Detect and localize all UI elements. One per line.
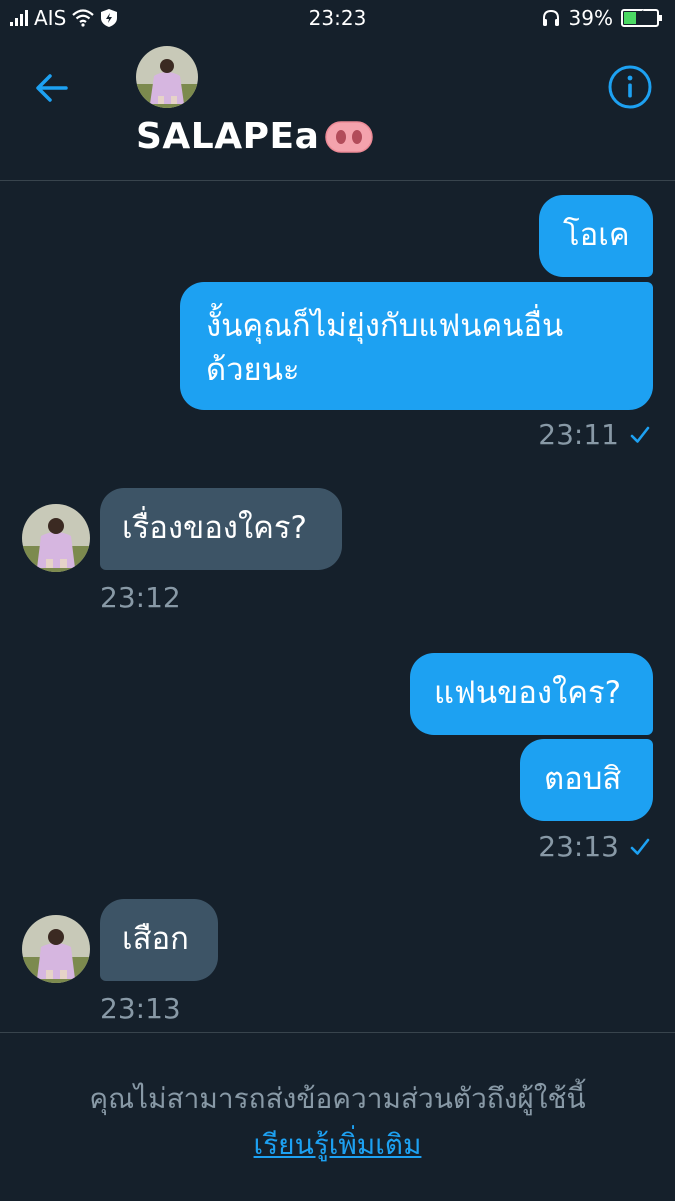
contact-name[interactable]: SALAPEa — [136, 116, 374, 157]
back-button[interactable] — [30, 66, 74, 110]
sent-message-2[interactable]: งั้นคุณก็ไม่ยุ่งกับแฟนคนอื่น ด้วยนะ — [180, 282, 653, 410]
status-bar: AIS 23:23 39% ⚡ — [0, 0, 675, 36]
dm-restricted-note: คุณไม่สามารถส่งข้อความส่วนตัวถึงผู้ใช้นี… — [89, 1082, 586, 1115]
check-icon — [630, 426, 650, 443]
sent-message-4[interactable]: ตอบสิ — [520, 739, 653, 821]
dm-restricted-footer: คุณไม่สามารถส่งข้อความส่วนตัวถึงผู้ใช้นี… — [0, 1032, 675, 1201]
message-text: เรื่องของใคร? — [122, 510, 307, 546]
message-text: เสือก — [122, 921, 189, 957]
received-message-2[interactable]: เสือก — [100, 899, 218, 981]
charging-icon: ⚡ — [635, 8, 645, 24]
status-right: 39% ⚡ — [541, 6, 662, 30]
message-text-line-1: งั้นคุณก็ไม่ยุ่งกับแฟนคนอื่น — [206, 308, 564, 344]
timestamp-text: 23:13 — [100, 992, 181, 1025]
message-timestamp: 23:13 — [538, 830, 651, 863]
conversation-header: SALAPEa — [0, 36, 675, 181]
header-avatar[interactable] — [136, 46, 198, 108]
pig-nose-icon — [325, 120, 374, 153]
message-timestamp: 23:12 — [100, 581, 181, 614]
sent-message-3[interactable]: แฟนของใคร? — [410, 653, 653, 735]
battery-icon: ⚡ — [621, 8, 662, 27]
check-icon — [630, 838, 650, 855]
sent-message-1[interactable]: โอเค — [539, 195, 653, 277]
learn-more-link[interactable]: เรียนรู้เพิ่มเติม — [0, 1123, 675, 1167]
message-text-line-2: ด้วยนะ — [206, 352, 300, 388]
contact-avatar[interactable] — [22, 504, 90, 572]
message-text: ตอบสิ — [544, 761, 622, 797]
message-timestamp: 23:13 — [100, 992, 181, 1025]
message-text: โอเค — [563, 217, 630, 253]
timestamp-text: 23:11 — [538, 418, 619, 451]
headphones-icon — [542, 9, 559, 26]
battery-percent: 39% — [568, 6, 613, 30]
contact-avatar[interactable] — [22, 915, 90, 983]
message-timestamp: 23:11 — [538, 418, 651, 451]
message-text: แฟนของใคร? — [434, 675, 622, 711]
timestamp-text: 23:13 — [538, 830, 619, 863]
contact-name-text: SALAPEa — [136, 116, 320, 157]
timestamp-text: 23:12 — [100, 581, 181, 614]
info-button[interactable] — [607, 64, 653, 110]
received-message-1[interactable]: เรื่องของใคร? — [100, 488, 342, 570]
